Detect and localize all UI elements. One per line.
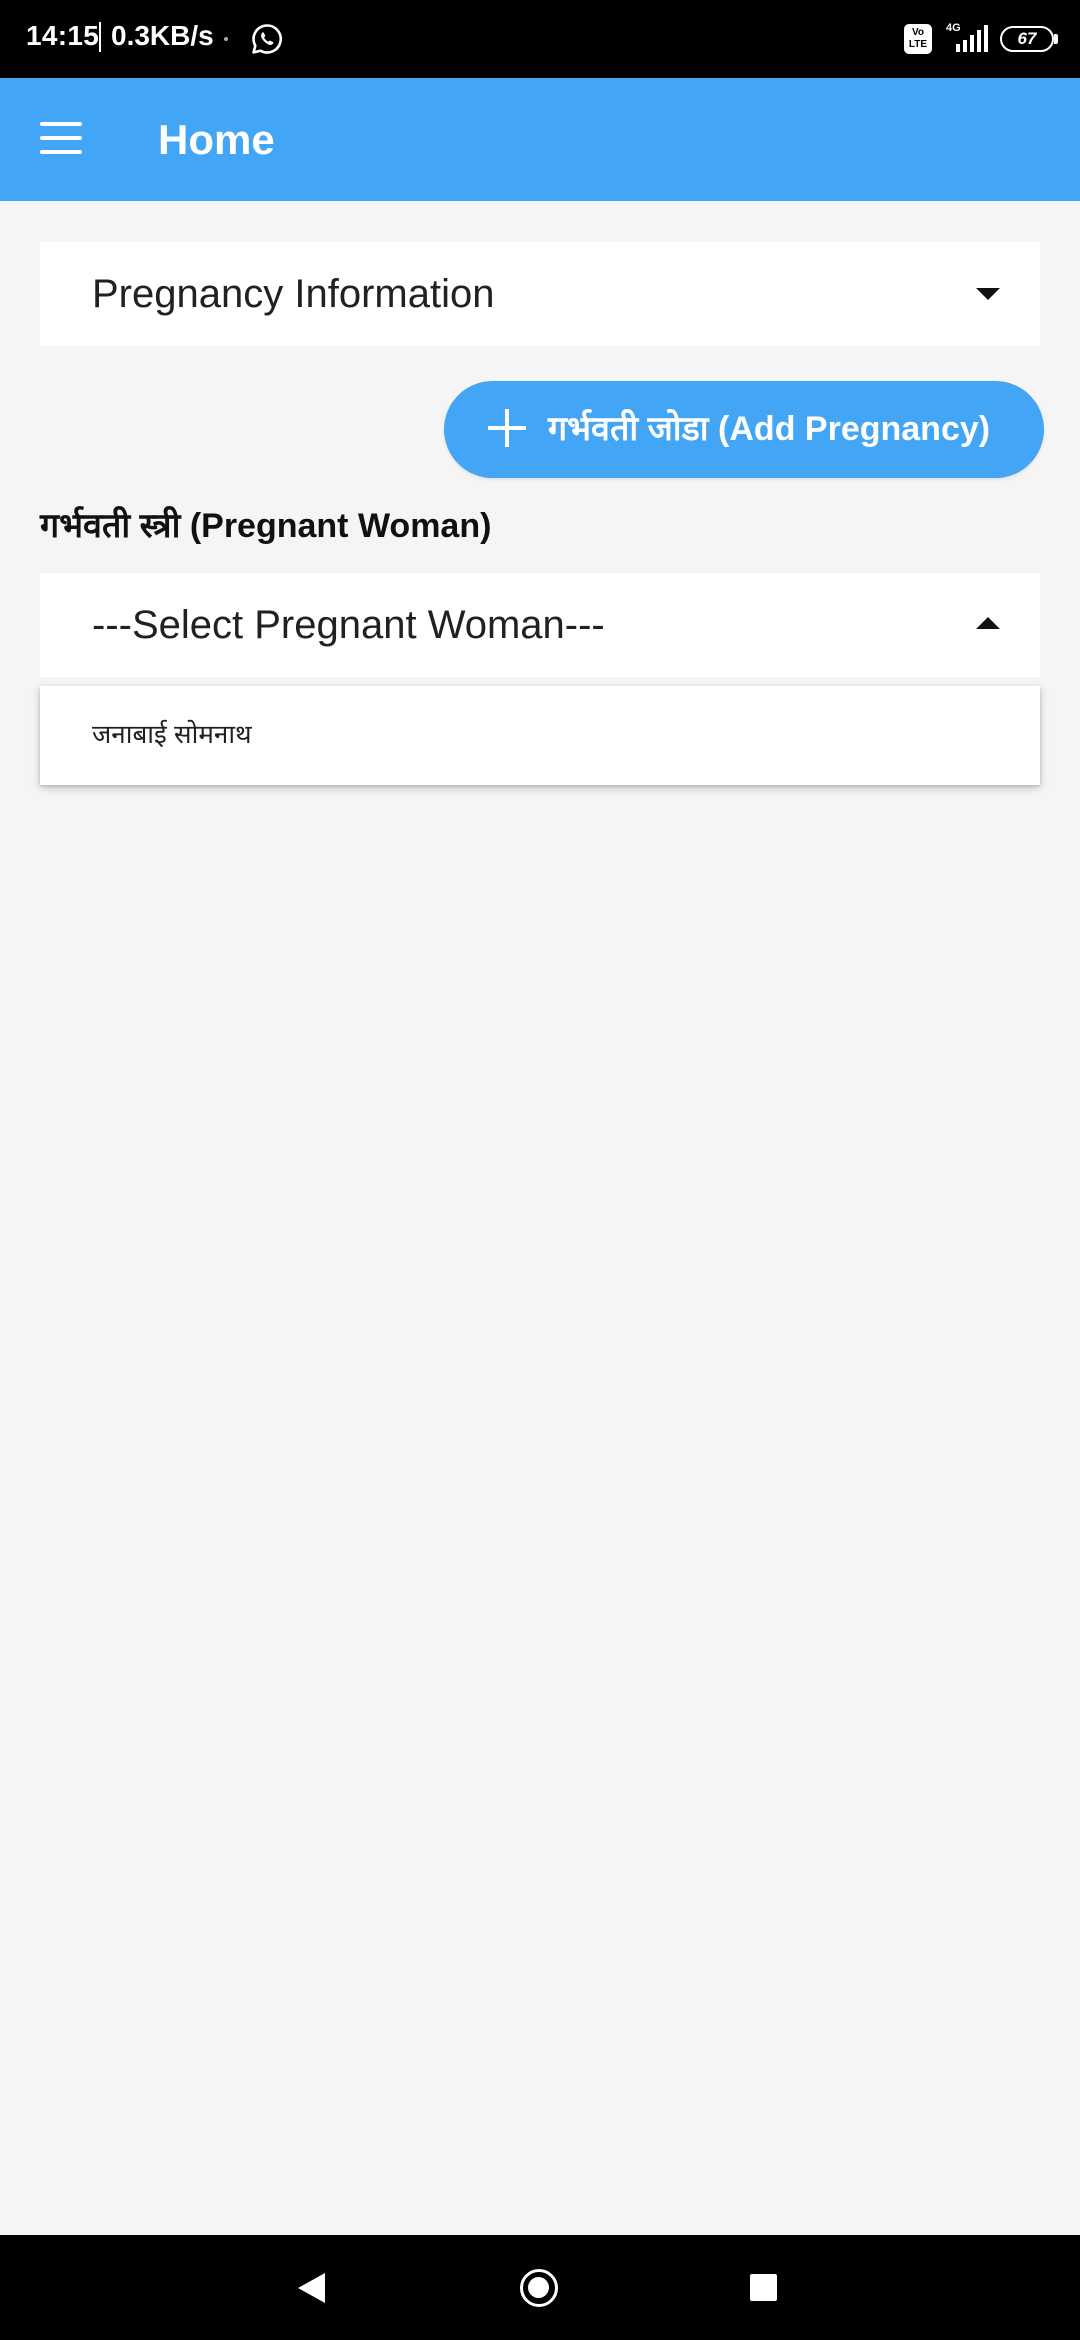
pregnancy-information-dropdown[interactable]: Pregnancy Information [40,242,1040,346]
hamburger-menu-icon[interactable] [40,122,82,154]
battery-icon: 67 [1000,26,1054,52]
dropdown-selected-value: ---Select Pregnant Woman--- [92,603,605,647]
navigation-bar [0,2235,1080,2340]
screen: 14:15 0.3KB/s Vo LTE 4G 67 Home Pregnanc… [0,0,1080,2340]
list-item[interactable]: जनाबाई सोमनाथ [40,686,1040,785]
status-dot [224,37,228,41]
list-item-label: जनाबाई सोमनाथ [92,719,252,749]
plus-icon [488,409,526,447]
home-icon[interactable] [520,2269,558,2307]
page-title: Home [158,116,275,163]
status-bar: 14:15 0.3KB/s Vo LTE 4G 67 [0,0,1080,78]
pregnant-woman-label: गर्भवती स्त्री (Pregnant Woman) [40,507,492,545]
app-bar: Home [0,78,1080,201]
dropdown-label: Pregnancy Information [92,272,495,316]
add-pregnancy-button[interactable]: गर्भवती जोडा (Add Pregnancy) [444,381,1044,478]
signal-icon [956,25,988,52]
select-pregnant-woman-dropdown[interactable]: ---Select Pregnant Woman--- [40,573,1040,677]
status-time: 14:15 [26,20,100,51]
battery-tip [1054,34,1058,44]
caret-up-icon [976,617,1000,629]
network-speed: 0.3KB/s [111,20,214,51]
back-icon[interactable] [298,2273,325,2303]
volte-icon: Vo LTE [904,24,932,54]
battery-level: 67 [1017,29,1037,48]
caret-down-icon [976,288,1000,300]
whatsapp-icon [252,24,282,54]
recents-icon[interactable] [750,2274,777,2301]
pregnant-woman-options-list: जनाबाई सोमनाथ [40,686,1040,785]
status-separator [99,22,101,52]
add-pregnancy-label: गर्भवती जोडा (Add Pregnancy) [548,410,991,448]
